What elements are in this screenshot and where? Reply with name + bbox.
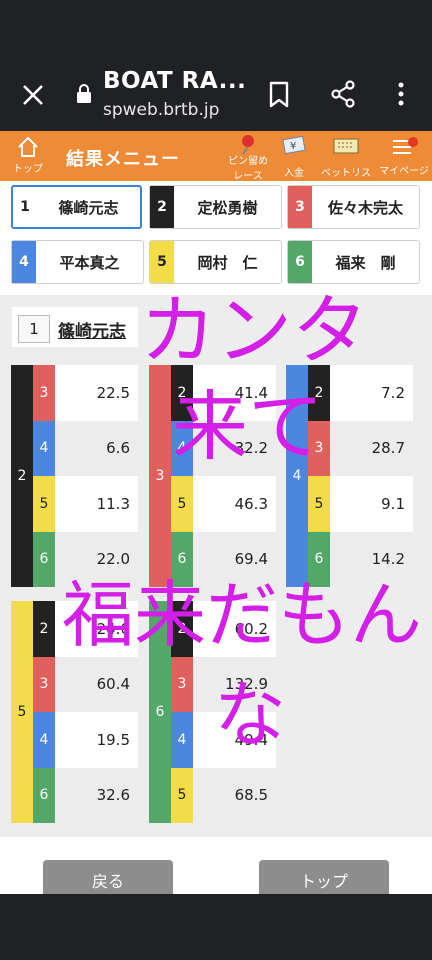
racer-tab-6[interactable]: 6 福来 剛 [287,240,420,284]
overlay-text-1: カンタ [140,286,368,375]
odds-value: 11.3 [96,494,130,513]
racer-tab-2[interactable]: 2 定松勇樹 [149,185,282,229]
status-bar [0,0,432,60]
more-menu-icon[interactable] [385,78,417,110]
racer-tab-3[interactable]: 3 佐々木完太 [287,185,420,229]
svg-text:¥: ¥ [290,141,296,152]
racer-tab-5[interactable]: 5 岡村 仁 [149,240,282,284]
odds-value: 46.3 [234,494,268,513]
nav-mypage-label: マイページ [379,166,429,177]
nav-pin[interactable]: ピン留め レース [222,133,274,182]
racer-name: 佐々木完太 [327,198,403,217]
nav-mypage[interactable]: マイページ [378,135,430,177]
second-place-num: 4 [33,712,55,768]
nav-top[interactable]: トップ [10,135,46,175]
footer-buttons: 戻る トップ [0,837,432,900]
nav-deposit[interactable]: ¥ 入金 [278,135,310,179]
racer-num: 1 [13,187,37,227]
second-place-num: 2 [33,601,55,657]
close-icon[interactable] [18,80,48,110]
menu-title: 結果メニュー [66,149,180,170]
first-place-num: 3 [149,365,171,587]
yen-icon: ¥ [282,135,306,155]
odds-value: 32.6 [96,786,130,805]
second-place-num: 5 [308,476,330,532]
browser-toolbar: BOAT RA... spweb.brtb.jp [0,60,432,131]
racer-name: 平本真之 [59,253,120,272]
overlay-text-3: 福来だもん [62,573,423,657]
racer-name: 福来 剛 [335,253,396,272]
odds-row[interactable]: 4 19.5 [33,712,138,768]
nav-pin-label-1: ピン留め [228,156,268,167]
selected-racer-num: 1 [18,315,50,343]
racer-tab-4[interactable]: 4 平本真之 [11,240,144,284]
second-place-num: 4 [33,420,55,476]
odds-row[interactable]: 5 11.3 [33,476,138,532]
odds-row[interactable]: 5 68.5 [171,767,276,823]
lock-icon [77,84,91,103]
racer-num: 5 [150,241,174,283]
racer-num: 3 [288,186,312,228]
odds-value: 60.4 [96,675,130,694]
home-icon [18,136,38,157]
odds-value: 9.1 [381,494,405,513]
bookmark-icon[interactable] [263,78,295,110]
odds-row[interactable]: 3 60.4 [33,656,138,712]
odds-row[interactable]: 6 32.6 [33,767,138,823]
overlay-text-4: な [214,673,287,757]
odds-value: 6.6 [106,439,130,458]
nav-top-label: トップ [13,164,43,175]
odds-block-2: 2 3 22.5 4 6.6 5 11.3 6 22.0 [11,365,138,587]
racer-num: 2 [150,186,174,228]
odds-row[interactable]: 5 9.1 [308,476,413,532]
selected-racer-name: 篠崎元志 [58,322,126,342]
second-place-num: 6 [33,531,55,587]
second-place-num: 3 [33,656,55,712]
first-place-num: 2 [11,365,33,587]
odds-row[interactable]: 4 6.6 [33,420,138,476]
second-place-num: 6 [33,767,55,823]
overlay-text-2: 来て [172,382,324,471]
odds-value: 28.7 [371,439,405,458]
first-place-num: 5 [11,601,33,823]
odds-row[interactable]: 5 46.3 [171,476,276,532]
betlist-icon [333,138,359,154]
odds-row[interactable]: 3 22.5 [33,365,138,421]
nav-deposit-label: 入金 [284,168,304,179]
second-place-num: 3 [33,365,55,421]
nav-pin-label-2: レース [233,171,263,182]
share-icon[interactable] [327,78,359,110]
racer-num: 4 [12,241,36,283]
page-title: BOAT RA... [103,68,247,94]
second-place-num: 5 [33,476,55,532]
system-nav-bar [0,894,432,960]
second-place-num: 5 [171,476,193,532]
racer-selector: 1 篠崎元志 2 定松勇樹 3 佐々木完太 4 平本真之 5 岡村 仁 6 福来 剛 [0,181,432,295]
odds-value: 7.2 [381,383,405,402]
result-content: 1 篠崎元志 2 定松勇樹 3 佐々木完太 4 平本真之 5 岡村 仁 6 福来 剛 1 篠… [0,181,432,900]
second-place-num: 5 [171,767,193,823]
racer-tab-1[interactable]: 1 篠崎元志 [11,185,142,229]
selected-racer: 1 篠崎元志 [12,307,138,347]
url-host: spweb.brtb.jp [103,100,220,120]
racer-num: 6 [288,241,312,283]
odds-value: 22.5 [96,383,130,402]
hamburger-icon [393,137,418,154]
racer-name: 定松勇樹 [197,198,258,217]
odds-value: 19.5 [96,730,130,749]
racer-name: 篠崎元志 [58,198,119,217]
second-place-num: 4 [171,712,193,768]
site-header: トップ 結果メニュー ピン留め レース ¥ 入金 ベットリスト マイページ [0,131,432,194]
odds-value: 68.5 [234,786,268,805]
racer-name: 岡村 仁 [197,253,258,272]
second-place-num: 3 [171,656,193,712]
